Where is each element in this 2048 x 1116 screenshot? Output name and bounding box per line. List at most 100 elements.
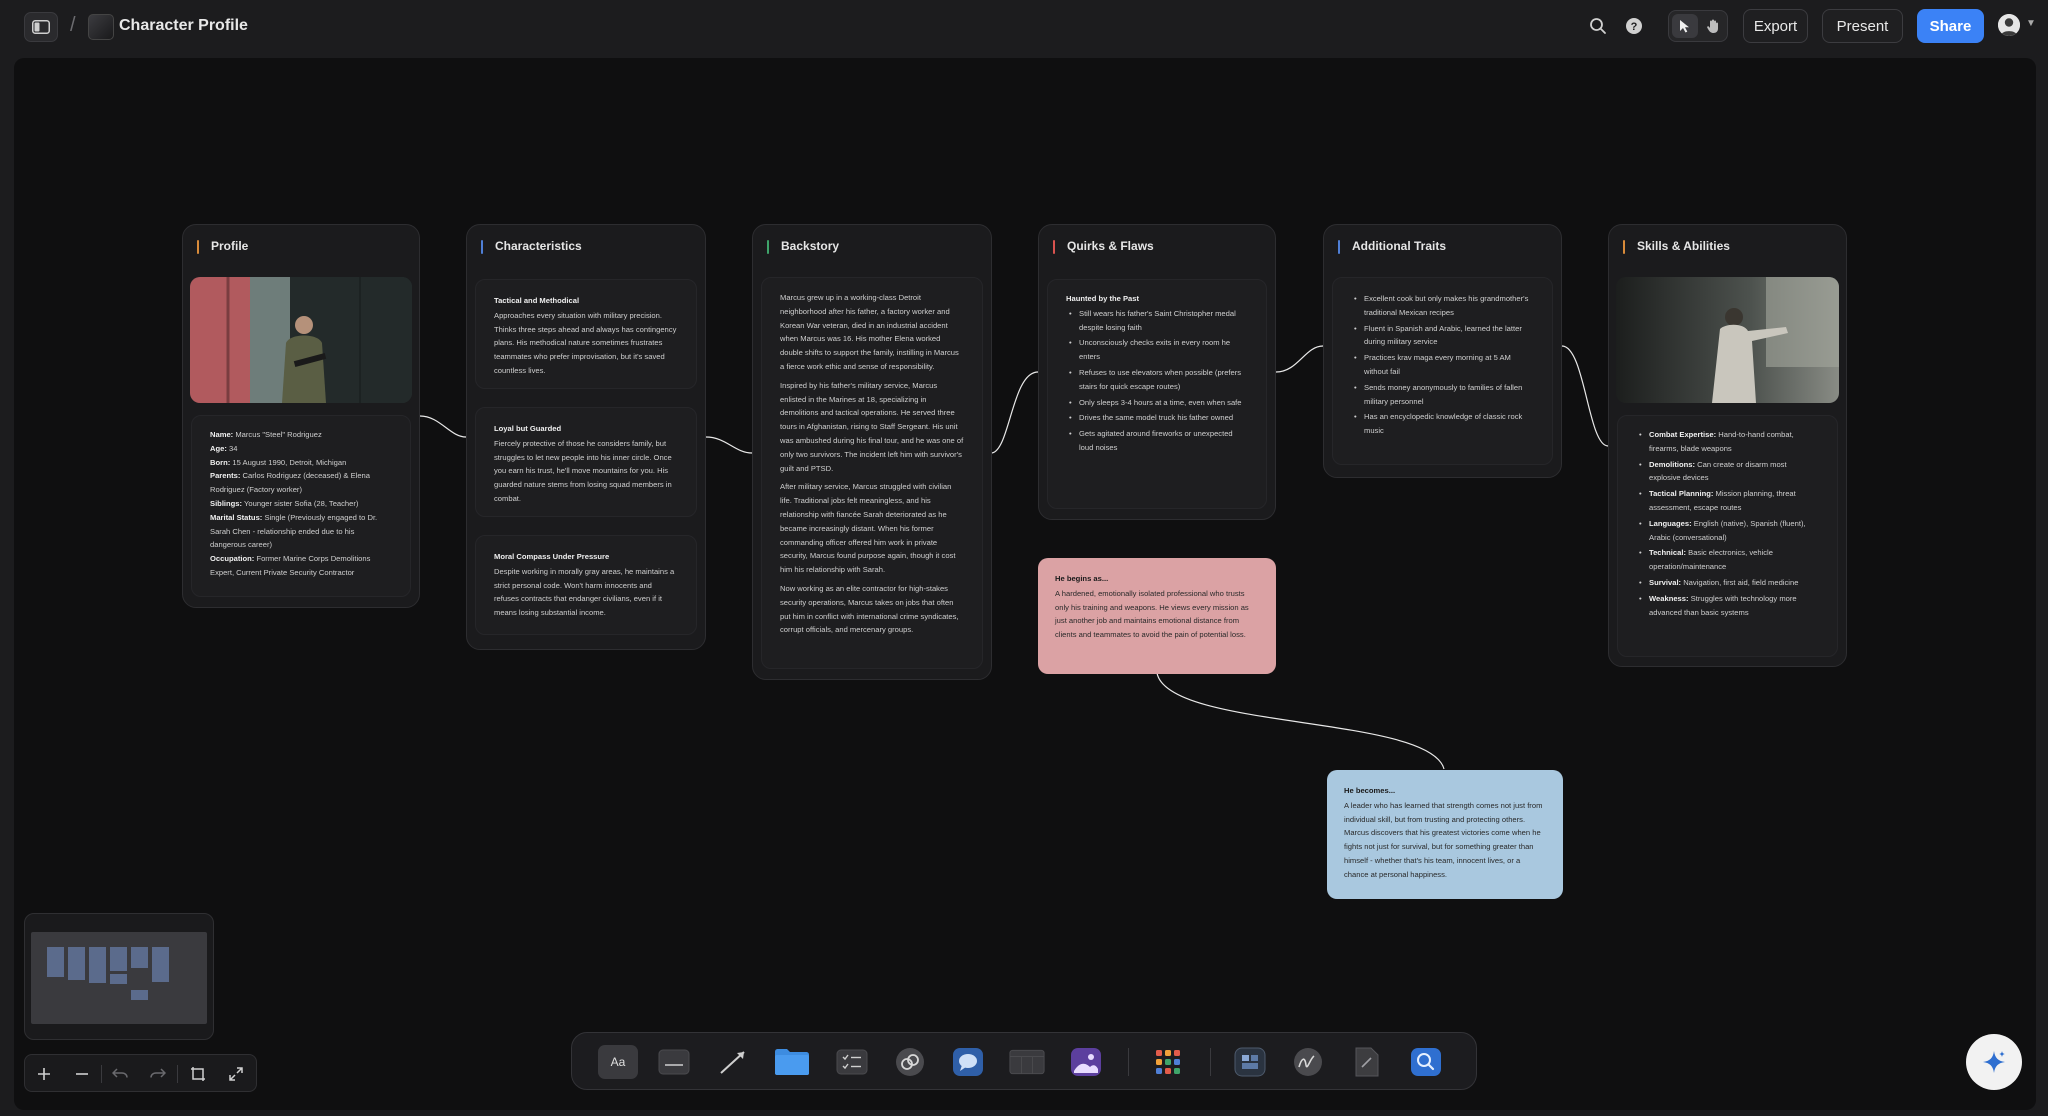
card-quirks-flaws[interactable]: Quirks & Flaws Haunted by the Past Still… (1038, 224, 1276, 520)
minimap-note (110, 974, 127, 984)
profile-photo (190, 277, 412, 403)
note-becomes[interactable]: He becomes... A leader who has learned t… (1327, 770, 1563, 899)
apps-tool-icon[interactable] (1150, 1045, 1186, 1079)
undo-icon[interactable] (105, 1059, 135, 1089)
card-title: Characteristics (481, 239, 582, 254)
draw-tool-icon[interactable] (1290, 1045, 1326, 1079)
list-item: Sends money anonymously to families of f… (1351, 381, 1534, 409)
card-title: Quirks & Flaws (1053, 239, 1154, 254)
minimap-note (131, 990, 148, 1000)
card-title: Additional Traits (1338, 239, 1446, 254)
note-begins-as[interactable]: He begins as... A hardened, emotionally … (1038, 558, 1276, 674)
detail-label: Demolitions: (1649, 459, 1695, 469)
detail-row: Age: 34 (210, 442, 392, 456)
detail-label: Born: (210, 457, 231, 467)
top-bar: / Character Profile ? Export Present Sha… (0, 0, 2048, 56)
minimap-card (47, 947, 64, 977)
profile-details: Name: Marcus "Steel" Rodriguez Age: 34 Bor… (191, 415, 411, 597)
ai-sparkle-icon[interactable] (1966, 1034, 2022, 1090)
list-item: Unconsciously checks exits in every room… (1066, 336, 1248, 364)
detail-value: 15 August 1990, Detroit, Michigan (232, 457, 347, 467)
backstory-paragraph: Inspired by his father's military servic… (780, 380, 964, 473)
detail-label: Occupation: (210, 554, 255, 564)
select-cursor-icon[interactable] (1672, 14, 1698, 38)
note-text: A leader who has learned that strength c… (1344, 800, 1543, 879)
search-icon[interactable] (1586, 14, 1610, 38)
backstory-paragraph: Marcus grew up in a working-class Detroi… (780, 293, 959, 371)
search-tool-icon[interactable] (1408, 1045, 1444, 1079)
card-additional-traits[interactable]: Additional Traits Excellent cook but onl… (1323, 224, 1562, 478)
list-item: Refuses to use elevators when possible (… (1066, 366, 1248, 394)
card-skills-abilities[interactable]: Skills & Abilities Combat Expertise: Han… (1608, 224, 1847, 667)
trait-text: Despite working in morally gray areas, h… (494, 566, 675, 618)
note-heading: He begins as... (1055, 574, 1109, 583)
detail-row: Parents: Carlos Rodriguez (deceased) & E… (210, 469, 392, 497)
card-backstory[interactable]: Backstory Marcus grew up in a working-cl… (752, 224, 992, 680)
detail-label: Name: (210, 430, 234, 439)
comment-tool-icon[interactable] (950, 1045, 986, 1079)
list-item: Tactical Planning: Mission planning, thr… (1636, 487, 1819, 515)
divider (1128, 1048, 1129, 1076)
folder-tool-icon[interactable] (774, 1045, 810, 1079)
detail-row: Born: 15 August 1990, Detroit, Michigan (210, 456, 392, 470)
list-item: Has an encyclopedic knowledge of classic… (1351, 410, 1534, 438)
text-tool-icon[interactable]: Aa (598, 1045, 638, 1079)
detail-label: Siblings: (210, 498, 243, 508)
divider (177, 1065, 178, 1083)
page-title[interactable]: Character Profile (119, 17, 248, 35)
zoom-out-icon[interactable] (67, 1059, 97, 1089)
backstory-paragraph: After military service, Marcus struggled… (780, 482, 956, 575)
list-item: Survival: Navigation, first aid, field m… (1636, 576, 1819, 590)
detail-label: Age: (210, 443, 227, 453)
hand-pan-icon[interactable] (1700, 14, 1726, 38)
breadcrumb-separator: / (70, 14, 76, 36)
checklist-tool-icon[interactable] (834, 1045, 870, 1079)
detail-value: Marcus "Steel" Rodriguez (235, 430, 322, 439)
card-profile[interactable]: Profile Name: Marcus "Steel" Rodriguez Ag… (182, 224, 420, 608)
detail-row: Name: Marcus "Steel" Rodriguez (210, 428, 392, 442)
detail-label: Survival: (1649, 577, 1682, 587)
connector-tool-icon[interactable] (715, 1045, 751, 1079)
divider (101, 1065, 102, 1083)
chevron-down-icon[interactable]: ▼ (2026, 18, 2036, 29)
template-tool-icon[interactable] (1232, 1045, 1268, 1079)
trait-text: Fiercely protective of those he consider… (494, 438, 672, 503)
list-item: Only sleeps 3-4 hours at a time, even wh… (1066, 396, 1248, 410)
sticky-note-tool-icon[interactable] (656, 1045, 692, 1079)
minimap-card (110, 947, 127, 971)
detail-label: Technical: (1649, 548, 1686, 558)
detail-row: Occupation: Former Marine Corps Demoliti… (210, 552, 392, 580)
share-button[interactable]: Share (1917, 9, 1984, 43)
trait-heading: Loyal but Guarded (494, 424, 562, 433)
detail-row: Siblings: Younger sister Sofia (28, Teac… (210, 497, 392, 511)
fit-frame-icon[interactable] (183, 1059, 213, 1089)
document-tool-icon[interactable] (1349, 1045, 1385, 1079)
minimap-viewport[interactable] (31, 932, 207, 1024)
link-tool-icon[interactable] (892, 1045, 928, 1079)
trait-block: Loyal but Guarded Fiercely protective of… (475, 407, 697, 517)
svg-text:?: ? (1631, 21, 1638, 33)
quirks-heading: Haunted by the Past (1066, 294, 1139, 303)
additional-list: Excellent cook but only makes his grandm… (1332, 277, 1553, 465)
avatar[interactable] (1998, 14, 2020, 36)
zoom-in-icon[interactable] (29, 1059, 59, 1089)
list-item: Gets agitated around fireworks or unexpe… (1066, 427, 1248, 455)
sidebar-toggle-icon[interactable] (24, 12, 58, 42)
card-characteristics[interactable]: Characteristics Tactical and Methodical … (466, 224, 706, 650)
fullscreen-icon[interactable] (221, 1059, 251, 1089)
help-icon[interactable]: ? (1622, 14, 1646, 38)
card-title: Profile (197, 239, 248, 254)
export-button[interactable]: Export (1743, 9, 1808, 43)
present-button[interactable]: Present (1822, 9, 1903, 43)
list-item: Weakness: Struggles with technology more… (1636, 592, 1819, 620)
redo-icon[interactable] (143, 1059, 173, 1089)
trait-heading: Tactical and Methodical (494, 296, 580, 305)
detail-label: Tactical Planning: (1649, 489, 1714, 499)
minimap[interactable] (24, 913, 214, 1040)
table-tool-icon[interactable] (1009, 1045, 1045, 1079)
detail-value: 34 (229, 443, 238, 453)
quirks-list: Haunted by the Past Still wears his fath… (1047, 279, 1267, 509)
minimap-card (152, 947, 169, 982)
image-tool-icon[interactable] (1068, 1045, 1104, 1079)
backstory-paragraph: Now working as an elite contractor for h… (780, 583, 959, 635)
